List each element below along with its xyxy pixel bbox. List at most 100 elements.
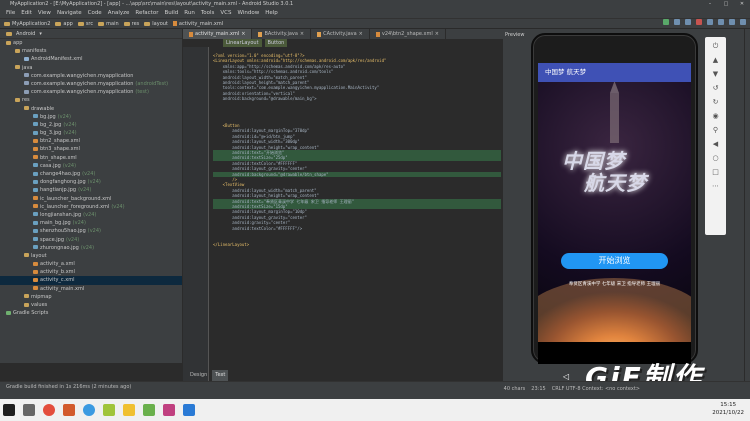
tree-item[interactable]: bg.jpg (v24)	[0, 113, 182, 121]
tab-bactivity-java[interactable]: BActivity.java ×	[252, 29, 312, 39]
tree-item[interactable]: Gradle Scripts	[0, 309, 182, 317]
tree-item[interactable]: com.example.wangyichen.myapplication (tes…	[0, 88, 182, 96]
minimize-icon[interactable]: –	[704, 0, 716, 8]
project-panel-header[interactable]: Android ▾	[0, 29, 182, 39]
project-view-selector[interactable]: Android	[16, 29, 35, 39]
close-icon[interactable]: ×	[241, 29, 245, 39]
menu-file[interactable]: File	[6, 8, 15, 18]
tree-item[interactable]: longjianshan.jpg (v24)	[0, 211, 182, 219]
tab-design[interactable]: Design	[187, 370, 210, 381]
tab-btn2-shape-xml[interactable]: v24\btn2_shape.xml ×	[370, 29, 446, 39]
profile-icon[interactable]	[685, 19, 691, 25]
tree-item[interactable]: dongfanghong.jpg (v24)	[0, 178, 182, 186]
menu-help[interactable]: Help	[265, 8, 278, 18]
tree-item[interactable]: hangtianjp.jpg (v24)	[0, 186, 182, 194]
chevron-down-icon[interactable]: ▾	[39, 29, 42, 39]
sdk-manager-icon[interactable]	[729, 19, 735, 25]
tree-item[interactable]: bg_3.jpg (v24)	[0, 129, 182, 137]
start-icon[interactable]	[3, 404, 15, 416]
tree-item[interactable]: AndroidManifest.xml	[0, 55, 182, 63]
menu-refactor[interactable]: Refactor	[135, 8, 158, 18]
android-studio-icon[interactable]	[103, 404, 115, 416]
volume-down-icon[interactable]: ▼	[712, 71, 719, 78]
status-encoding[interactable]: CRLF UTF-8 Context: <no context>	[552, 384, 640, 394]
tree-item[interactable]: change4hao.jpg (v24)	[0, 170, 182, 178]
app-icon[interactable]	[83, 404, 95, 416]
nav-crumb-main[interactable]: main	[98, 21, 119, 27]
tree-item[interactable]: com.example.wangyichen.myapplication	[0, 72, 182, 80]
menu-vcs[interactable]: VCS	[220, 8, 231, 18]
tree-item[interactable]: zhurongnao.jpg (v24)	[0, 244, 182, 252]
tree-item[interactable]: space.jpg (v24)	[0, 236, 182, 244]
run-icon[interactable]	[663, 19, 669, 25]
tree-item[interactable]: ic_launcher_background.xml	[0, 195, 182, 203]
browser-icon[interactable]	[43, 404, 55, 416]
menu-navigate[interactable]: Navigate	[57, 8, 82, 18]
menu-analyze[interactable]: Analyze	[108, 8, 130, 18]
menu-run[interactable]: Run	[184, 8, 195, 18]
nav-crumb-project[interactable]: MyApplication2	[4, 21, 50, 27]
tree-item[interactable]: bg_2.jpg (v24)	[0, 121, 182, 129]
tree-item[interactable]: ic_launcher_foreground.xml (v24)	[0, 203, 182, 211]
status-position[interactable]: 23:15	[531, 384, 545, 394]
xml-breadcrumb-button[interactable]: Button	[264, 39, 288, 47]
tree-item[interactable]: activity_c.xml	[0, 276, 182, 285]
tree-item[interactable]: values	[0, 301, 182, 309]
tree-item[interactable]: btn3_shape.xml	[0, 145, 182, 153]
back-icon[interactable]: ◀	[712, 141, 719, 148]
nav-crumb-app[interactable]: app	[55, 21, 73, 27]
tree-item[interactable]: java	[0, 64, 182, 72]
xml-breadcrumb-linearlayout[interactable]: LinearLayout	[223, 39, 262, 47]
tab-activity-main-xml[interactable]: activity_main.xml ×	[183, 29, 253, 39]
menu-window[interactable]: Window	[238, 8, 260, 18]
emulator-screen[interactable]	[538, 63, 691, 342]
tree-item[interactable]: casa.jpg (v24)	[0, 162, 182, 170]
tree-item[interactable]: mipmap	[0, 293, 182, 301]
stop-icon[interactable]	[696, 19, 702, 25]
menu-view[interactable]: View	[38, 8, 51, 18]
tab-text[interactable]: Text	[212, 370, 229, 381]
folder-icon[interactable]	[123, 404, 135, 416]
task-view-icon[interactable]	[23, 404, 35, 416]
tree-item[interactable]: manifests	[0, 47, 182, 55]
tree-item[interactable]: activity_a.xml	[0, 260, 182, 268]
tree-item[interactable]: app	[0, 39, 182, 47]
tree-item[interactable]: com.example.wangyichen.myapplication (and…	[0, 80, 182, 88]
power-icon[interactable]: ⏻	[712, 43, 719, 50]
system-tray-clock[interactable]: 15:15 2021/10/22	[712, 401, 744, 417]
sync-icon[interactable]	[707, 19, 713, 25]
close-icon[interactable]: ×	[300, 29, 304, 39]
more-icon[interactable]: ⋯	[712, 183, 719, 190]
rotate-right-icon[interactable]: ↻	[712, 99, 719, 106]
tree-item[interactable]: btn_shape.xml	[0, 154, 182, 162]
tree-item[interactable]: shenzhou5hao.jpg (v24)	[0, 227, 182, 235]
home-icon[interactable]: ○	[712, 155, 719, 162]
tab-cactivity-java[interactable]: CActivity.java ×	[311, 29, 370, 39]
app-icon[interactable]	[183, 404, 195, 416]
app-icon[interactable]	[163, 404, 175, 416]
nav-crumb-layout[interactable]: layout	[144, 21, 168, 27]
nav-crumb-file[interactable]: activity_main.xml	[172, 21, 223, 27]
tree-item[interactable]: res	[0, 96, 182, 104]
menu-code[interactable]: Code	[88, 8, 102, 18]
zoom-icon[interactable]: ⚲	[712, 127, 719, 134]
tree-item[interactable]: btn2_shape.xml	[0, 137, 182, 145]
menu-build[interactable]: Build	[164, 8, 178, 18]
tree-item[interactable]: main_bg.jpg (v24)	[0, 219, 182, 227]
app-icon[interactable]	[143, 404, 155, 416]
volume-up-icon[interactable]: ▲	[712, 57, 719, 64]
tree-item[interactable]: layout	[0, 252, 182, 260]
nav-crumb-src[interactable]: src	[77, 21, 93, 27]
xml-code[interactable]: <?xml version="1.0" encoding="utf-8"?> <L…	[213, 53, 501, 379]
close-icon[interactable]: ×	[435, 29, 439, 39]
powerpoint-icon[interactable]	[63, 404, 75, 416]
menu-edit[interactable]: Edit	[21, 8, 32, 18]
back-icon[interactable]: ◁	[563, 372, 569, 381]
tree-item[interactable]: activity_main.xml	[0, 285, 182, 293]
nav-crumb-res[interactable]: res	[123, 21, 139, 27]
tree-item[interactable]: drawable	[0, 105, 182, 113]
maximize-icon[interactable]: □	[720, 0, 732, 8]
rotate-left-icon[interactable]: ↺	[712, 85, 719, 92]
close-icon[interactable]: ✕	[736, 0, 748, 8]
overview-icon[interactable]: □	[712, 169, 719, 176]
